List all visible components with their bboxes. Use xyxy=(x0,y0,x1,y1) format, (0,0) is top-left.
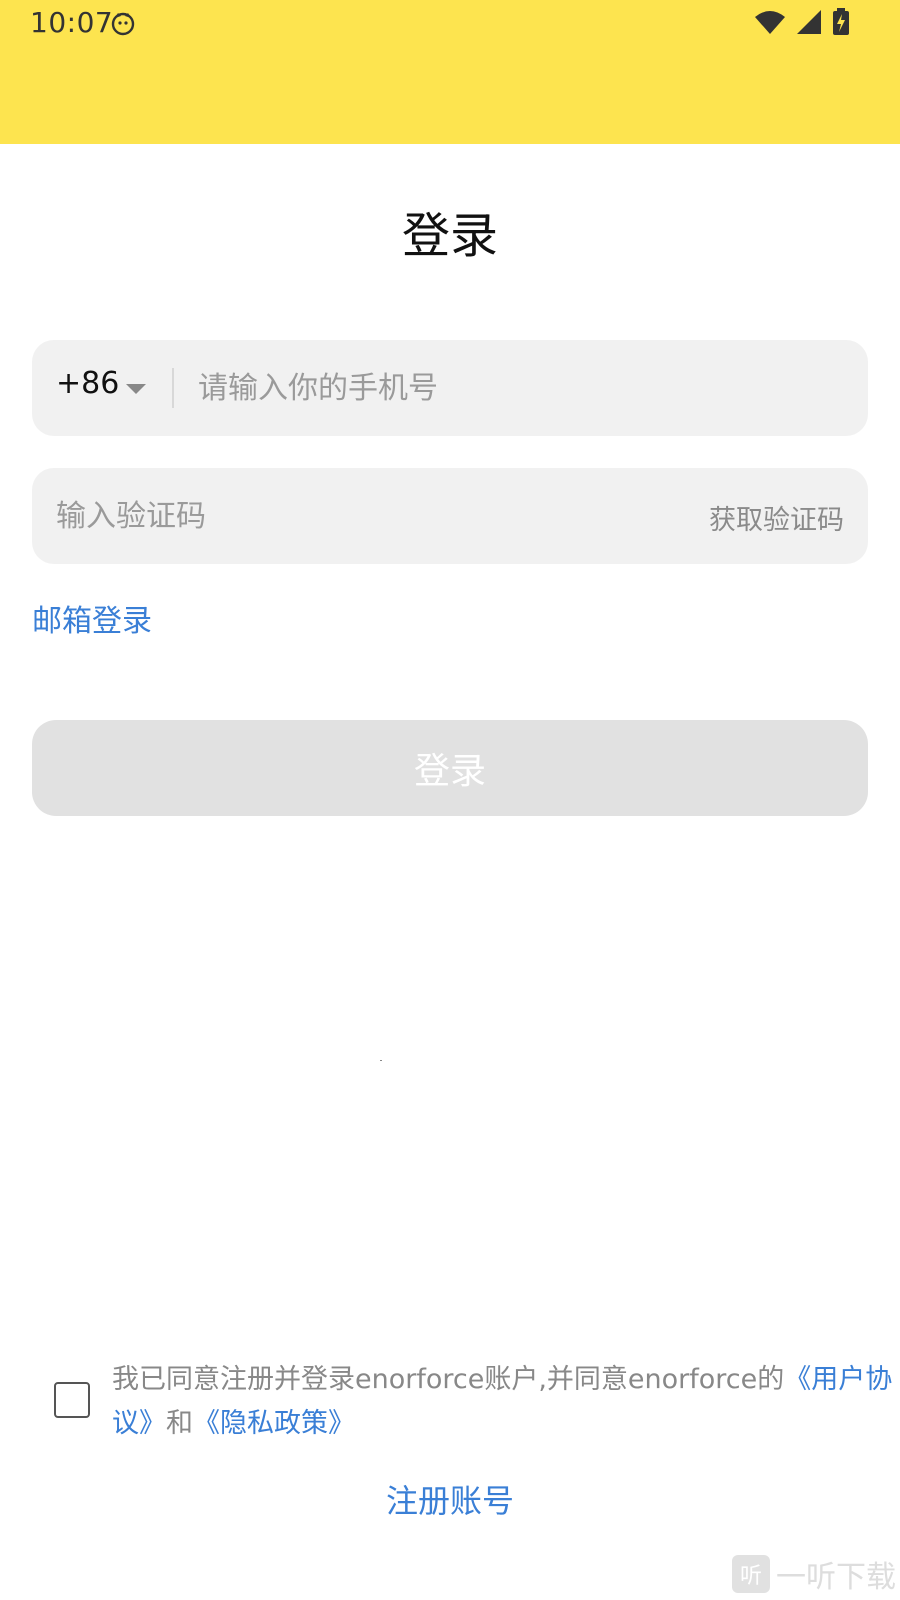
agreement-text: 我已同意注册并登录enorforce账户,并同意enorforce的《用户协议》… xyxy=(112,1358,900,1446)
status-time: 10:07 xyxy=(30,6,114,39)
page-title: 登录 xyxy=(401,208,498,264)
watermark-text: 一听下载 xyxy=(776,1560,896,1595)
signal-icon xyxy=(797,10,821,34)
watermark: 听 一听下载 xyxy=(732,1552,896,1596)
get-code-button[interactable]: 获取验证码 xyxy=(709,498,844,537)
chevron-down-icon[interactable] xyxy=(126,384,146,394)
agreement-checkbox[interactable] xyxy=(54,1382,90,1418)
verification-code-field: 获取验证码 xyxy=(32,468,868,564)
face-icon xyxy=(111,12,135,36)
watermark-logo-icon: 听 xyxy=(732,1555,770,1593)
login-button[interactable]: 登录 xyxy=(32,720,868,816)
agreement-prefix: 我已同意注册并登录enorforce账户,并同意enorforce的 xyxy=(112,1364,785,1395)
email-login-link[interactable]: 邮箱登录 xyxy=(32,596,152,640)
status-bar: 10:07 xyxy=(0,0,900,144)
register-link[interactable]: 注册账号 xyxy=(0,1476,900,1522)
privacy-policy-link[interactable]: 《隐私政策》 xyxy=(193,1408,355,1439)
divider xyxy=(172,368,174,408)
decorative-dot xyxy=(380,1060,382,1061)
status-icons xyxy=(754,8,850,36)
wifi-icon xyxy=(755,11,785,34)
agreement-conjunction: 和 xyxy=(166,1408,193,1439)
battery-charging-icon xyxy=(833,8,849,35)
verification-code-input[interactable] xyxy=(56,490,616,542)
country-code-selector[interactable]: +86 xyxy=(56,366,119,401)
phone-field: +86 xyxy=(32,340,868,436)
phone-input[interactable] xyxy=(198,362,818,414)
